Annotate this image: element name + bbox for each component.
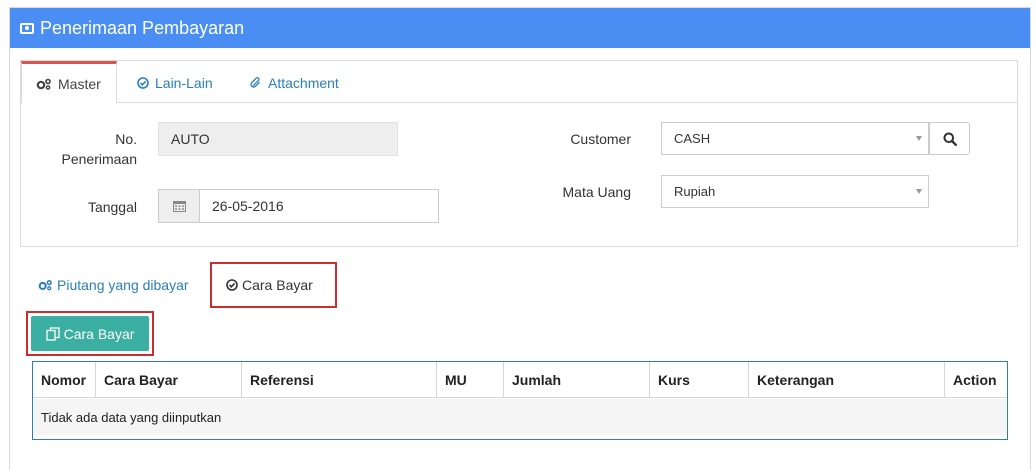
tab-lain-lain-label: Lain-Lain	[155, 74, 213, 91]
column-header[interactable]: Cara Bayar	[96, 362, 242, 398]
tanggal-field[interactable]: 26-05-2016	[199, 189, 439, 223]
calendar-addon[interactable]	[158, 189, 200, 223]
tab-piutang-label: Piutang yang dibayar	[57, 277, 189, 293]
table-header: Nomor Cara Bayar Referensi MU Jumlah Kur…	[33, 362, 1007, 398]
no-penerimaan-value: AUTO	[171, 131, 210, 147]
tab-lain-lain[interactable]: Lain-Lain	[137, 61, 213, 104]
mata-uang-select[interactable]: Rupiah	[661, 175, 929, 208]
sub-tab-bar: Piutang yang dibayar Cara Bayar	[20, 262, 1018, 308]
mata-uang-label: Mata Uang	[562, 184, 631, 200]
customer-value: CASH	[674, 131, 711, 146]
table-empty-row: Tidak ada data yang diinputkan	[33, 399, 1007, 435]
tab-cara-bayar[interactable]: Cara Bayar	[210, 262, 337, 308]
column-header[interactable]: Action	[945, 362, 1007, 398]
calendar-icon	[172, 201, 186, 212]
chevron-down-icon	[916, 135, 922, 141]
tanggal-value: 26-05-2016	[212, 198, 284, 214]
tab-master[interactable]: Master	[21, 61, 117, 104]
mata-uang-value: Rupiah	[674, 184, 716, 199]
master-panel: Master Lain-Lain Attachment No. Penerima…	[20, 60, 1018, 247]
column-header[interactable]: MU	[437, 362, 504, 398]
customer-search-button[interactable]	[929, 122, 970, 155]
cogs-icon	[36, 78, 51, 90]
page-header: Penerimaan Pembayaran	[10, 8, 1030, 48]
paperclip-icon	[250, 76, 260, 88]
copy-icon	[45, 326, 60, 341]
page-frame: Penerimaan Pembayaran Master Lain-Lain A…	[9, 7, 1031, 470]
tab-cara-bayar-label: Cara Bayar	[242, 277, 313, 293]
cogs-icon	[38, 280, 52, 291]
add-cara-bayar-button[interactable]: Cara Bayar	[31, 316, 149, 351]
page-title: Penerimaan Pembayaran	[40, 17, 245, 38]
check-circle-icon	[226, 279, 238, 291]
chevron-down-icon	[916, 188, 922, 194]
tab-piutang-yang-dibayar[interactable]: Piutang yang dibayar	[38, 262, 189, 308]
tab-attachment-label: Attachment	[268, 74, 339, 91]
customer-select[interactable]: CASH	[661, 122, 929, 155]
customer-label: Customer	[570, 131, 631, 147]
column-header[interactable]: Kurs	[650, 362, 749, 398]
check-circle-icon	[137, 76, 149, 89]
column-header[interactable]: Referensi	[242, 362, 437, 398]
no-penerimaan-field[interactable]: AUTO	[158, 122, 398, 156]
search-icon	[943, 132, 957, 146]
tab-master-label: Master	[58, 75, 101, 92]
no-penerimaan-label-line2: Penerimaan	[61, 151, 138, 167]
tanggal-label: Tanggal	[87, 199, 137, 215]
column-header[interactable]: Keterangan	[749, 362, 945, 398]
column-header[interactable]: Jumlah	[504, 362, 650, 398]
no-penerimaan-label: No. Penerimaan	[41, 129, 138, 169]
money-icon	[20, 22, 34, 34]
no-penerimaan-label-line1: No.	[115, 131, 137, 147]
tab-attachment[interactable]: Attachment	[250, 61, 339, 104]
cara-bayar-table: Nomor Cara Bayar Referensi MU Jumlah Kur…	[32, 361, 1008, 440]
column-header[interactable]: Nomor	[33, 362, 96, 398]
add-cara-bayar-label: Cara Bayar	[63, 325, 135, 342]
